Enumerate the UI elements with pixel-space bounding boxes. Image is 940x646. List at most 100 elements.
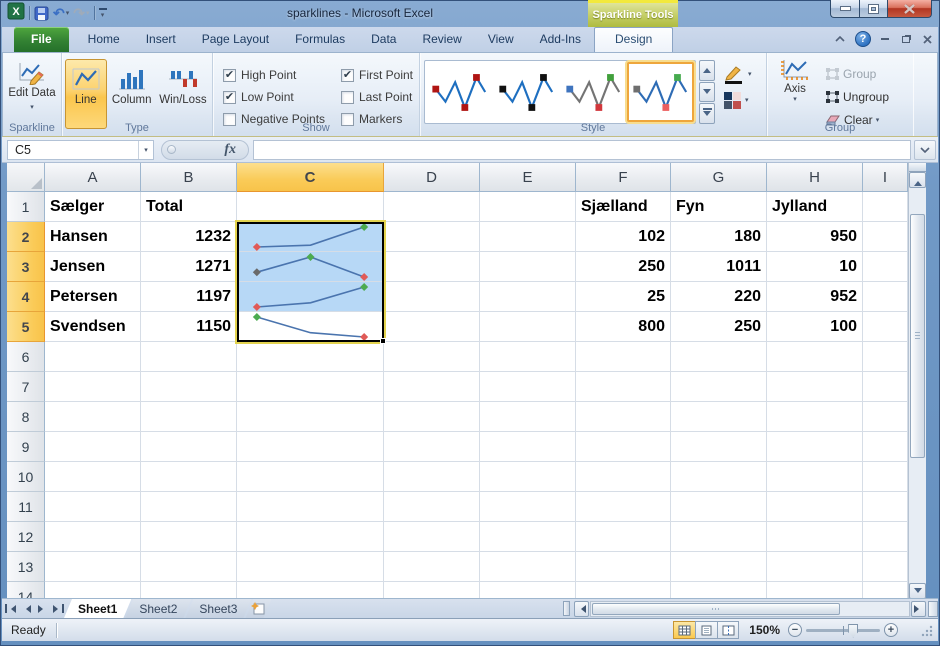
select-all-corner[interactable] xyxy=(7,163,45,192)
cell-E2[interactable] xyxy=(480,222,576,252)
horizontal-scroll-thumb[interactable] xyxy=(592,602,841,615)
cell-I2[interactable] xyxy=(863,222,908,252)
cell-B1[interactable]: Total xyxy=(141,192,237,222)
sparkline-color-button[interactable]: ▾ xyxy=(723,64,752,84)
row-header-9[interactable]: 9 xyxy=(7,432,45,462)
vertical-scroll-track[interactable] xyxy=(909,188,926,583)
cell-D10[interactable] xyxy=(384,462,480,492)
resize-grip[interactable] xyxy=(920,624,934,641)
cell-D11[interactable] xyxy=(384,492,480,522)
checkbox-first-point[interactable]: ✔ First Point xyxy=(341,64,431,86)
tab-home[interactable]: Home xyxy=(75,27,133,52)
sparkline-cell-C2[interactable] xyxy=(237,222,384,252)
cell-D1[interactable] xyxy=(384,192,480,222)
row-header-5[interactable]: 5 xyxy=(7,312,45,342)
cell-B4[interactable]: 1197 xyxy=(141,282,237,312)
cell-I13[interactable] xyxy=(863,552,908,582)
cell-H13[interactable] xyxy=(767,552,863,582)
sheet-tab-sheet1[interactable]: Sheet1 xyxy=(64,599,131,618)
scroll-up-button[interactable] xyxy=(909,172,926,188)
cell-H4[interactable]: 952 xyxy=(767,282,863,312)
cell-D12[interactable] xyxy=(384,522,480,552)
scroll-left-button[interactable] xyxy=(574,600,589,617)
row-header-10[interactable]: 10 xyxy=(7,462,45,492)
cell-I9[interactable] xyxy=(863,432,908,462)
cell-C11[interactable] xyxy=(237,492,384,522)
save-button[interactable] xyxy=(34,6,49,21)
cell-F11[interactable] xyxy=(576,492,671,522)
checkbox-box-high-point[interactable]: ✔ xyxy=(223,68,236,82)
zoom-level[interactable]: 150% xyxy=(749,623,780,637)
undo-button[interactable]: ↶ ▾ xyxy=(53,6,69,20)
cell-G14[interactable] xyxy=(671,582,767,598)
type-column-button[interactable]: Column xyxy=(109,59,155,129)
zoom-in-button[interactable]: + xyxy=(884,623,898,637)
row-header-4[interactable]: 4 xyxy=(7,282,45,312)
help-button[interactable]: ? xyxy=(855,31,871,47)
first-sheet-button[interactable] xyxy=(2,601,18,617)
formula-input[interactable] xyxy=(253,139,911,160)
style-preset-2[interactable] xyxy=(493,62,560,122)
cell-H7[interactable] xyxy=(767,372,863,402)
tab-page-layout[interactable]: Page Layout xyxy=(189,27,282,52)
column-header-A[interactable]: A xyxy=(45,163,141,192)
checkbox-last-point[interactable]: Last Point xyxy=(341,86,431,108)
vertical-scrollbar[interactable] xyxy=(908,163,926,599)
row-header-3[interactable]: 3 xyxy=(7,252,45,282)
cell-F14[interactable] xyxy=(576,582,671,598)
cell-I1[interactable] xyxy=(863,192,908,222)
checkbox-box-last-point[interactable] xyxy=(341,90,354,104)
gallery-more-button[interactable] xyxy=(699,103,715,125)
cell-E1[interactable] xyxy=(480,192,576,222)
column-header-B[interactable]: B xyxy=(141,163,237,192)
cell-H2[interactable]: 950 xyxy=(767,222,863,252)
column-header-C[interactable]: C xyxy=(237,163,384,192)
tab-view[interactable]: View xyxy=(475,27,527,52)
cell-F9[interactable] xyxy=(576,432,671,462)
redo-button[interactable]: ↷ ▾ xyxy=(73,6,89,20)
close-button[interactable] xyxy=(887,0,932,18)
tab-insert[interactable]: Insert xyxy=(133,27,189,52)
type-line-button[interactable]: Line xyxy=(65,59,107,129)
name-box-dropdown[interactable]: ▾ xyxy=(138,140,153,159)
cell-A14[interactable] xyxy=(45,582,141,598)
cell-B2[interactable]: 1232 xyxy=(141,222,237,252)
style-preset-4[interactable] xyxy=(627,62,694,122)
cell-F7[interactable] xyxy=(576,372,671,402)
cell-E6[interactable] xyxy=(480,342,576,372)
cell-C7[interactable] xyxy=(237,372,384,402)
last-sheet-button[interactable] xyxy=(50,601,66,617)
cell-D13[interactable] xyxy=(384,552,480,582)
row-header-7[interactable]: 7 xyxy=(7,372,45,402)
cell-I6[interactable] xyxy=(863,342,908,372)
column-header-G[interactable]: G xyxy=(671,163,767,192)
group-button[interactable]: Group xyxy=(825,64,889,84)
cell-B7[interactable] xyxy=(141,372,237,402)
cell-H3[interactable]: 10 xyxy=(767,252,863,282)
vertical-scroll-thumb[interactable] xyxy=(910,214,925,458)
cell-E7[interactable] xyxy=(480,372,576,402)
checkbox-box-first-point[interactable]: ✔ xyxy=(341,68,354,82)
row-header-11[interactable]: 11 xyxy=(7,492,45,522)
checkbox-low-point[interactable]: ✔ Low Point xyxy=(223,86,341,108)
cell-A10[interactable] xyxy=(45,462,141,492)
row-header-14[interactable]: 14 xyxy=(7,582,45,598)
row-header-12[interactable]: 12 xyxy=(7,522,45,552)
cell-H9[interactable] xyxy=(767,432,863,462)
sparkline-cell-C3[interactable] xyxy=(237,252,384,282)
cell-B11[interactable] xyxy=(141,492,237,522)
next-sheet-button[interactable] xyxy=(34,601,50,617)
gallery-scroll-up-button[interactable] xyxy=(699,60,715,81)
cell-A1[interactable]: Sælger xyxy=(45,192,141,222)
minimize-button[interactable] xyxy=(830,0,859,18)
cell-G10[interactable] xyxy=(671,462,767,492)
workbook-restore-button[interactable] xyxy=(899,33,913,46)
cell-D5[interactable] xyxy=(384,312,480,342)
cell-A12[interactable] xyxy=(45,522,141,552)
ungroup-button[interactable]: Ungroup xyxy=(825,87,889,107)
fill-handle[interactable] xyxy=(380,338,386,344)
cell-E11[interactable] xyxy=(480,492,576,522)
style-preset-1[interactable] xyxy=(426,62,493,122)
cell-E4[interactable] xyxy=(480,282,576,312)
style-preset-3[interactable] xyxy=(560,62,627,122)
